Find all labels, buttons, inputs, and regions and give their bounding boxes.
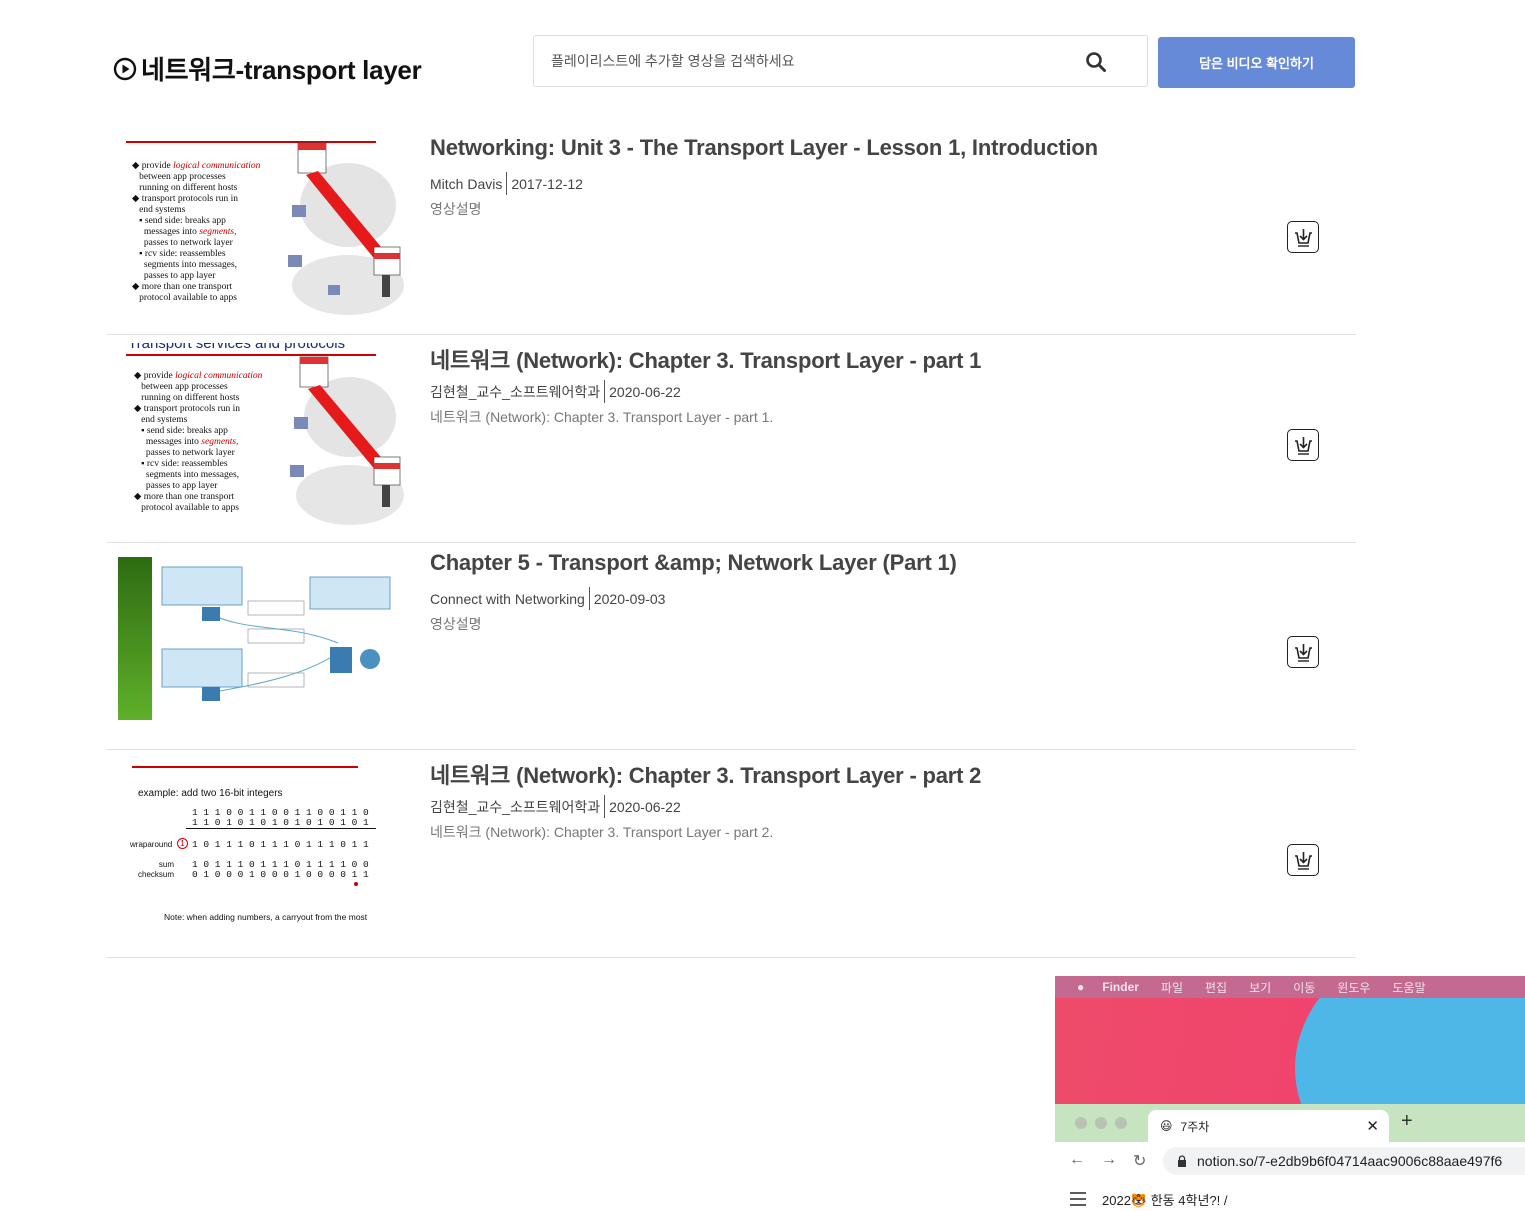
upload-date: 2020-09-03 <box>593 590 666 607</box>
wallpaper-wave <box>1295 998 1525 1108</box>
search-icon[interactable] <box>1085 51 1107 73</box>
screenshot-preview-overlay[interactable]: ● Finder 파일 편집 보기 이동 윈도우 도움말 😃 7주차 ✕ + ←… <box>1055 976 1525 1211</box>
channel-name: Mitch Davis <box>430 175 503 192</box>
slide-bullets: ◆ provide logical communication between … <box>134 371 263 513</box>
url-bar: notion.so/7-e2db9b6f04714aac9006c88aae49… <box>1163 1147 1525 1175</box>
menu-help: 도움말 <box>1392 980 1426 995</box>
saved-videos-button[interactable]: 담은 비디오 확인하기 <box>1158 37 1355 88</box>
menu-window: 윈도우 <box>1337 980 1371 995</box>
slide-rule <box>132 766 358 768</box>
video-item[interactable]: Transport services and protocols ◆ provi… <box>107 335 1356 543</box>
play-circle-icon <box>113 57 137 80</box>
back-arrow-icon: ← <box>1069 1151 1085 1168</box>
network-diagram-image <box>288 142 404 315</box>
plus-icon: + <box>1401 1110 1413 1132</box>
checksum-label: checksum <box>138 870 175 879</box>
video-description: 영상설명 <box>430 616 482 632</box>
search-input[interactable] <box>534 36 1074 86</box>
add-to-basket-icon <box>1295 644 1312 662</box>
add-to-basket-icon <box>1295 229 1312 247</box>
menu-file: 파일 <box>1160 980 1184 995</box>
video-item[interactable]: example: add two 16-bit integers 1 1 1 0… <box>107 750 1356 958</box>
channel-name: 김현철_교수_소프트웨어학과 <box>430 383 601 400</box>
upload-date: 2020-06-22 <box>609 798 681 815</box>
add-to-basket-icon <box>1295 437 1312 455</box>
url-text: notion.so/7-e2db9b6f04714aac9006c88aae49… <box>1197 1153 1503 1169</box>
smiley-icon: 😃 <box>1160 1119 1173 1133</box>
video-meta: Mitch Davis 2017-12-12 <box>430 172 583 195</box>
slide-bullets: ◆ provide logical communication between … <box>132 161 261 303</box>
red-dot <box>354 882 358 886</box>
channel-name: Connect with Networking <box>430 590 585 607</box>
menu-go: 이동 <box>1293 980 1316 995</box>
meta-divider <box>588 587 590 610</box>
forward-arrow-icon: → <box>1101 1151 1117 1168</box>
bookmark-bar: 2022🐯 한동 4학년?! / <box>1055 1180 1525 1211</box>
window-controls <box>1075 1117 1127 1129</box>
menu-edit: 편집 <box>1205 980 1228 995</box>
network-diagram-image <box>161 566 391 701</box>
video-title[interactable]: 네트워크 (Network): Chapter 3. Transport Lay… <box>430 758 981 790</box>
sum-rule <box>186 828 376 829</box>
meta-divider <box>604 380 606 403</box>
reload-icon: ↻ <box>1133 1153 1147 1170</box>
wraparound-row: 1 0 1 1 1 0 1 1 1 0 1 1 1 0 1 1 <box>192 839 369 850</box>
sum-checksum-labels: sum <box>158 860 174 869</box>
lock-icon <box>1178 1155 1186 1167</box>
browser-tabbar: 😃 7주차 ✕ + <box>1055 1104 1525 1142</box>
apple-icon: ● <box>1077 980 1085 994</box>
video-item[interactable]: Chapter 5 - Transport &amp; Network Laye… <box>107 542 1356 750</box>
mac-wallpaper <box>1055 998 1525 1108</box>
page-title: 네트워크-transport layer <box>141 55 422 85</box>
page-title-wrap: 네트워크-transport layer <box>113 50 422 87</box>
channel-name: 김현철_교수_소프트웨어학과 <box>430 798 601 815</box>
add-to-playlist-button[interactable] <box>1287 429 1319 461</box>
video-title[interactable]: 네트워크 (Network): Chapter 3. Transport Lay… <box>430 343 981 375</box>
add-to-playlist-button[interactable] <box>1287 221 1319 253</box>
menu-finder: Finder <box>1102 980 1139 994</box>
video-item[interactable]: ◆ provide logical communication between … <box>107 127 1356 335</box>
meta-divider <box>506 172 508 195</box>
browser-navbar: ← → ↻ notion.so/7-e2db9b6f04714aac9006c8… <box>1055 1142 1525 1180</box>
video-title[interactable]: Networking: Unit 3 - The Transport Layer… <box>430 135 1098 161</box>
menu-icon <box>1070 1192 1086 1206</box>
upload-date: 2020-06-22 <box>609 383 681 400</box>
checksum-example-text: example: add two 16-bit integers <box>138 788 283 799</box>
search-box <box>533 35 1148 87</box>
add-to-playlist-button[interactable] <box>1287 636 1319 668</box>
video-meta: 김현철_교수_소프트웨어학과 2020-06-22 <box>430 380 681 403</box>
wraparound-label: wraparound <box>130 840 173 849</box>
checksum-rows-top: 1 1 1 0 0 1 1 0 0 1 1 0 0 1 1 0 1 1 0 1 … <box>192 807 369 828</box>
add-to-basket-icon <box>1295 852 1312 870</box>
video-description: 네트워크 (Network): Chapter 3. Transport Lay… <box>430 824 774 840</box>
video-meta: 김현철_교수_소프트웨어학과 2020-06-22 <box>430 795 681 818</box>
video-thumbnail[interactable]: Transport services and protocols ◆ provi… <box>118 343 406 527</box>
menu-view: 보기 <box>1249 980 1272 995</box>
bookmark-text: 2022🐯 한동 4학년?! / <box>1102 1193 1228 1208</box>
video-thumbnail[interactable]: ◆ provide logical communication between … <box>118 135 406 319</box>
video-description: 영상설명 <box>430 201 482 217</box>
slide-note: Note: when adding numbers, a carryout fr… <box>164 912 368 922</box>
video-title[interactable]: Chapter 5 - Transport &amp; Network Laye… <box>430 550 957 576</box>
video-description: 네트워크 (Network): Chapter 3. Transport Lay… <box>430 409 774 425</box>
wraparound-digit: 1 <box>177 838 188 849</box>
upload-date: 2017-12-12 <box>511 175 583 192</box>
tab-title: 7주차 <box>1180 1119 1210 1134</box>
checksum-rows-bottom: 1 0 1 1 1 0 1 1 1 0 1 1 1 1 0 0 0 1 0 0 … <box>192 859 369 880</box>
mac-menubar: ● Finder 파일 편집 보기 이동 윈도우 도움말 <box>1055 976 1525 998</box>
video-meta: Connect with Networking 2020-09-03 <box>430 587 665 610</box>
close-icon: ✕ <box>1366 1118 1379 1135</box>
browser-window: 😃 7주차 ✕ + ← → ↻ notion.so/7-e2db9b6f0471… <box>1055 1104 1525 1211</box>
video-thumbnail[interactable]: example: add two 16-bit integers 1 1 1 0… <box>118 758 406 942</box>
meta-divider <box>604 795 606 818</box>
video-thumbnail[interactable] <box>118 557 406 720</box>
add-to-playlist-button[interactable] <box>1287 844 1319 876</box>
browser-tab: 😃 7주차 ✕ <box>1148 1110 1389 1142</box>
network-diagram-image <box>290 356 404 525</box>
thumbnail-green-bar <box>118 557 152 720</box>
